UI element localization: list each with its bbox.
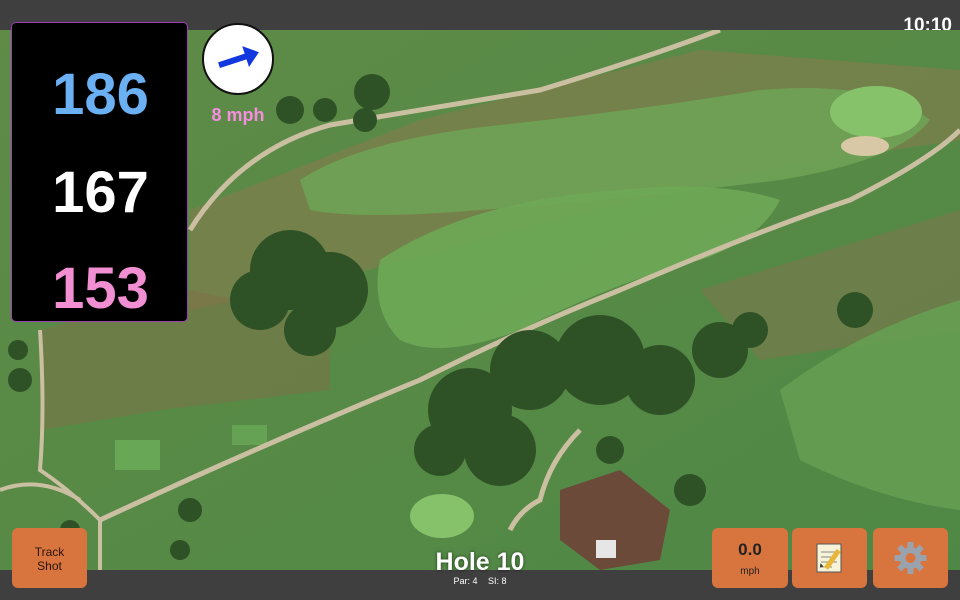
hole-stroke-index: SI: 8 — [488, 576, 507, 586]
track-shot-label-line2: Shot — [37, 559, 62, 573]
middle-distance: 167 — [52, 160, 149, 225]
front-distance: 153 — [52, 256, 149, 321]
wind-indicator — [202, 23, 274, 95]
speed-button[interactable]: 0.0 mph — [712, 528, 788, 588]
scorecard-notes-button[interactable] — [792, 528, 867, 588]
notepad-icon — [816, 543, 842, 573]
hole-title: Hole 10 — [435, 548, 525, 576]
track-shot-button[interactable]: Track Shot — [12, 528, 87, 588]
hole-info: Hole 10 Par: 4 SI: 8 — [380, 548, 580, 586]
speed-unit: mph — [740, 566, 760, 577]
hole-details: Par: 4 SI: 8 — [380, 576, 580, 586]
track-shot-label-line1: Track — [34, 545, 65, 559]
hole-par: Par: 4 — [453, 576, 478, 586]
wind-speed: 8 mph — [211, 105, 265, 125]
settings-button[interactable] — [873, 528, 948, 588]
gear-icon — [894, 542, 927, 574]
distance-panel: 186 167 153 — [11, 22, 188, 322]
wind-arrow-icon — [218, 46, 259, 69]
back-distance: 186 — [52, 62, 149, 127]
speed-value: 0.0 — [738, 540, 762, 559]
